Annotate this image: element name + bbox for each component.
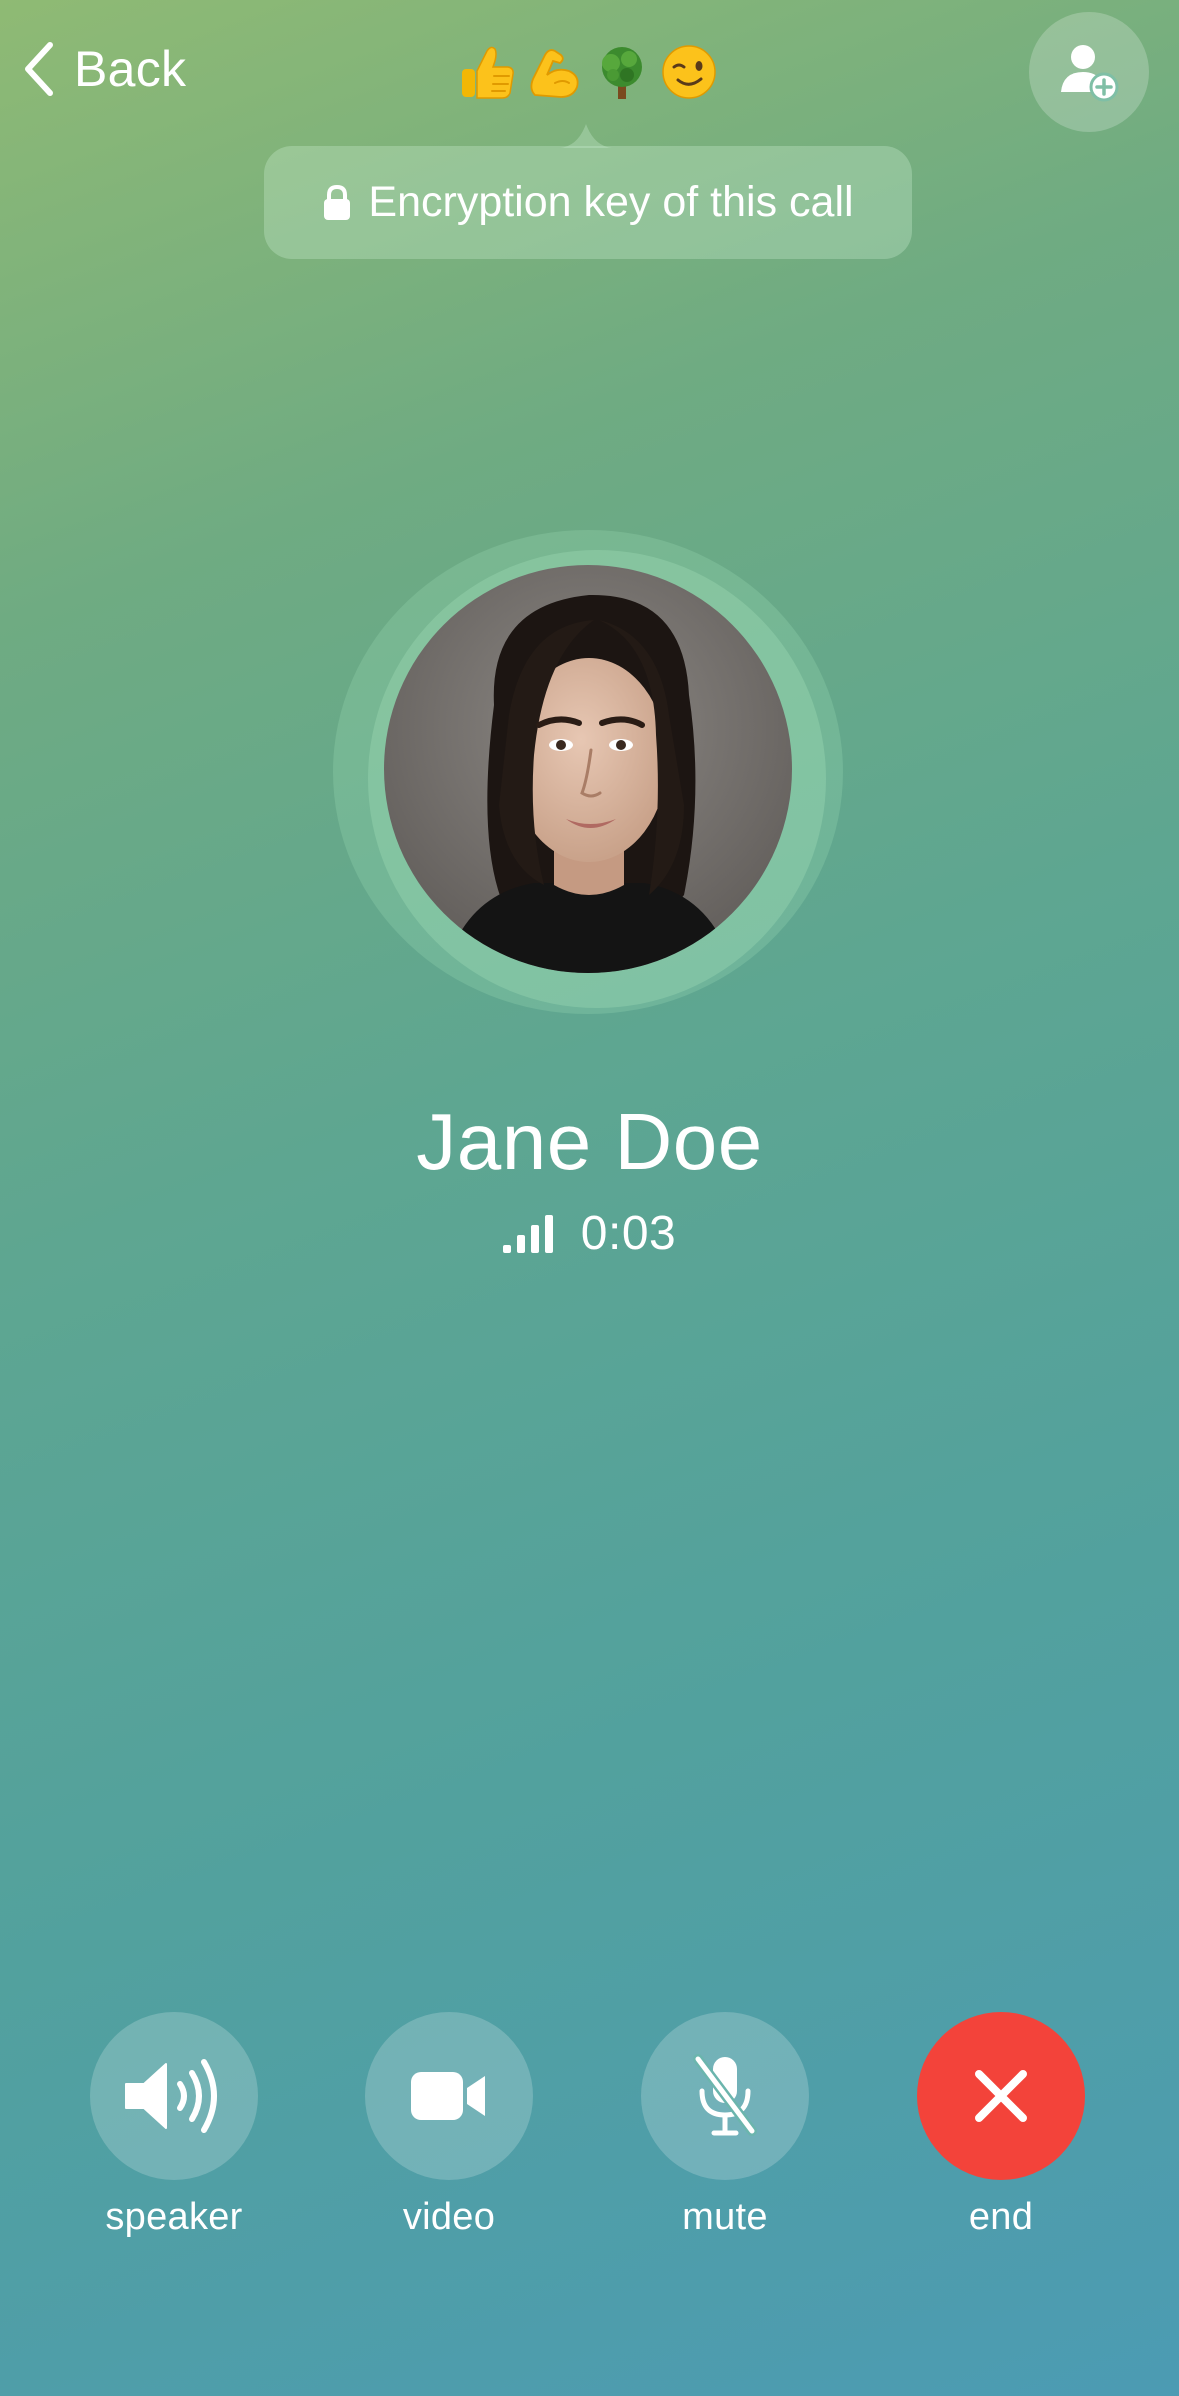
mute-button[interactable] bbox=[641, 2012, 809, 2180]
flexed-biceps-emoji-icon bbox=[530, 49, 579, 98]
person-add-icon bbox=[1061, 45, 1119, 102]
call-status: 0:03 bbox=[0, 1205, 1179, 1261]
back-button[interactable]: Back bbox=[22, 36, 186, 102]
encryption-key-text: Encryption key of this call bbox=[368, 178, 854, 226]
close-icon bbox=[975, 2070, 1027, 2122]
winking-face-emoji-icon bbox=[662, 45, 716, 99]
video-control: video bbox=[365, 2012, 533, 2239]
microphone-muted-icon bbox=[693, 2054, 757, 2136]
speaker-icon bbox=[125, 2059, 217, 2133]
thumbs-up-emoji-icon bbox=[462, 46, 514, 99]
mute-control: mute bbox=[641, 2012, 809, 2239]
end-call-button[interactable] bbox=[917, 2012, 1085, 2180]
video-label: video bbox=[402, 2196, 496, 2238]
end-control: end bbox=[917, 2012, 1085, 2239]
call-duration: 0:03 bbox=[580, 1206, 677, 1260]
video-button[interactable] bbox=[365, 2012, 533, 2180]
speaker-button[interactable] bbox=[90, 2012, 258, 2180]
caller-name: Jane Doe bbox=[416, 1097, 763, 1186]
end-label: end bbox=[968, 2196, 1034, 2238]
chevron-left-icon bbox=[25, 42, 53, 96]
speaker-label: speaker bbox=[105, 2196, 243, 2238]
back-label: Back bbox=[74, 41, 187, 97]
mute-label: mute bbox=[682, 2196, 768, 2238]
tooltip-arrow bbox=[560, 124, 612, 148]
caller-avatar bbox=[384, 565, 792, 973]
signal-strength-icon bbox=[502, 1213, 559, 1253]
encryption-key-tooltip[interactable]: Encryption key of this call bbox=[264, 146, 912, 259]
lock-icon bbox=[322, 184, 352, 222]
speaker-control: speaker bbox=[90, 2012, 258, 2239]
deciduous-tree-emoji-icon bbox=[601, 47, 642, 99]
video-camera-icon bbox=[411, 2072, 485, 2120]
add-participant-button[interactable] bbox=[1029, 12, 1149, 132]
encryption-emoji-key[interactable] bbox=[458, 38, 718, 106]
